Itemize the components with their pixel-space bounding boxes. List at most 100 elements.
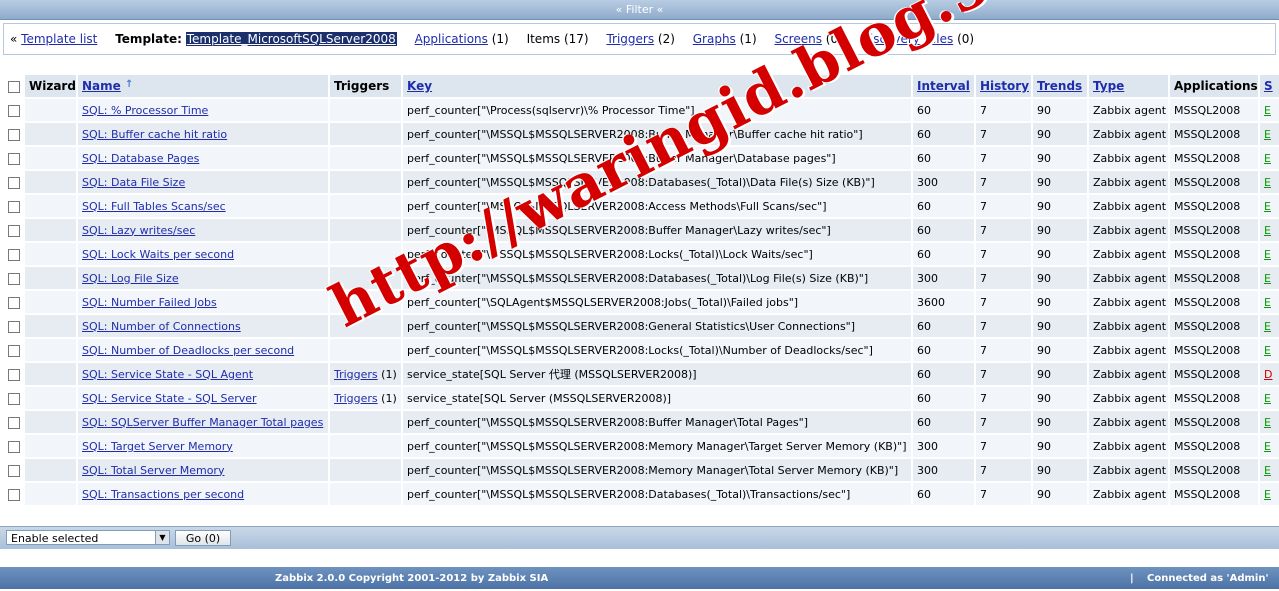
- type-sort-link[interactable]: Type: [1093, 79, 1124, 93]
- row-checkbox[interactable]: [8, 272, 20, 285]
- item-status-link[interactable]: E: [1264, 320, 1271, 333]
- item-name-link[interactable]: SQL: Lazy writes/sec: [82, 224, 195, 237]
- item-status-link[interactable]: E: [1264, 272, 1271, 285]
- item-name-link[interactable]: SQL: Total Server Memory: [82, 464, 224, 477]
- item-name-link[interactable]: SQL: Service State - SQL Server: [82, 392, 257, 405]
- item-name-link[interactable]: SQL: Transactions per second: [82, 488, 244, 501]
- item-type: Zabbix agent: [1089, 243, 1168, 267]
- select-all-checkbox[interactable]: [8, 80, 20, 93]
- row-checkbox[interactable]: [8, 248, 20, 261]
- name-sort-link[interactable]: Name: [82, 79, 121, 93]
- item-status-link[interactable]: E: [1264, 152, 1271, 165]
- item-history: 7: [976, 459, 1031, 483]
- item-status-link[interactable]: E: [1264, 104, 1271, 117]
- wizard-cell: [25, 435, 76, 459]
- row-checkbox[interactable]: [8, 464, 20, 477]
- item-status-link[interactable]: E: [1264, 248, 1271, 261]
- row-checkbox[interactable]: [8, 152, 20, 165]
- table-row: SQL: % Processor Time perf_counter["\Pro…: [5, 99, 1279, 123]
- row-checkbox[interactable]: [8, 224, 20, 237]
- table-row: SQL: Lazy writes/sec perf_counter["\MSSQ…: [5, 219, 1279, 243]
- item-interval: 60: [913, 147, 974, 171]
- item-status-link[interactable]: E: [1264, 176, 1271, 189]
- table-row: SQL: Log File Size perf_counter["\MSSQL$…: [5, 267, 1279, 291]
- item-status-link[interactable]: E: [1264, 344, 1271, 357]
- interval-sort-link[interactable]: Interval: [917, 79, 970, 93]
- template-name-link[interactable]: Template_MicrosoftSQLServer2008: [185, 32, 397, 46]
- row-checkbox[interactable]: [8, 344, 20, 357]
- item-triggers-count: (1): [381, 367, 397, 381]
- wizard-cell: [25, 483, 76, 507]
- template-list-link[interactable]: Template list: [21, 32, 97, 46]
- item-status-link[interactable]: E: [1264, 464, 1271, 477]
- item-name-link[interactable]: SQL: SQLServer Buffer Manager Total page…: [82, 416, 323, 429]
- item-trends: 90: [1033, 267, 1087, 291]
- item-status-link[interactable]: D: [1264, 368, 1272, 381]
- row-checkbox[interactable]: [8, 488, 20, 501]
- item-status-link[interactable]: E: [1264, 488, 1271, 501]
- row-checkbox[interactable]: [8, 320, 20, 333]
- row-checkbox[interactable]: [8, 296, 20, 309]
- item-name-link[interactable]: SQL: Number of Connections: [82, 320, 241, 333]
- item-type: Zabbix agent: [1089, 339, 1168, 363]
- item-name-link[interactable]: SQL: Log File Size: [82, 272, 179, 285]
- item-name-link[interactable]: SQL: Database Pages: [82, 152, 199, 165]
- go-button[interactable]: Go (0): [175, 530, 231, 546]
- table-row: SQL: Number Failed Jobs perf_counter["\S…: [5, 291, 1279, 315]
- action-select[interactable]: Enable selected ▼: [6, 530, 170, 545]
- discovery-rules-link[interactable]: Discovery rules: [861, 32, 954, 46]
- row-checkbox[interactable]: [8, 128, 20, 141]
- row-checkbox[interactable]: [8, 440, 20, 453]
- item-name-link[interactable]: SQL: Service State - SQL Agent: [82, 368, 253, 381]
- table-row: SQL: Target Server Memory perf_counter["…: [5, 435, 1279, 459]
- item-status-link[interactable]: E: [1264, 224, 1271, 237]
- item-name-link[interactable]: SQL: Buffer cache hit ratio: [82, 128, 227, 141]
- item-status-link[interactable]: E: [1264, 296, 1271, 309]
- item-status-link[interactable]: E: [1264, 392, 1271, 405]
- item-interval: 300: [913, 435, 974, 459]
- double-chevron-down-icon: «: [656, 3, 664, 16]
- item-name-link[interactable]: SQL: Data File Size: [82, 176, 185, 189]
- item-name-link[interactable]: SQL: Number Failed Jobs: [82, 296, 217, 309]
- row-checkbox[interactable]: [8, 392, 20, 405]
- item-key: perf_counter["\SQLAgent$MSSQLSERVER2008:…: [403, 291, 911, 315]
- graphs-link[interactable]: Graphs: [693, 32, 736, 46]
- row-checkbox[interactable]: [8, 416, 20, 429]
- item-triggers-link[interactable]: Triggers: [334, 368, 378, 381]
- row-checkbox[interactable]: [8, 176, 20, 189]
- item-application: MSSQL2008: [1170, 291, 1258, 315]
- wizard-cell: [25, 291, 76, 315]
- footer: Zabbix 2.0.0 Copyright 2001-2012 by Zabb…: [0, 567, 1279, 589]
- chevron-down-icon[interactable]: ▼: [155, 531, 169, 544]
- item-key: service_state[SQL Server 代理 (MSSQLSERVER…: [403, 363, 911, 387]
- item-name-link[interactable]: SQL: Number of Deadlocks per second: [82, 344, 294, 357]
- item-name-link[interactable]: SQL: Full Tables Scans/sec: [82, 200, 226, 213]
- item-status-link[interactable]: E: [1264, 128, 1271, 141]
- trends-sort-link[interactable]: Trends: [1037, 79, 1082, 93]
- wizard-cell: [25, 339, 76, 363]
- item-trends: 90: [1033, 387, 1087, 411]
- item-name-link[interactable]: SQL: Target Server Memory: [82, 440, 233, 453]
- item-application: MSSQL2008: [1170, 387, 1258, 411]
- row-checkbox[interactable]: [8, 104, 20, 117]
- item-triggers-link[interactable]: Triggers: [334, 392, 378, 405]
- item-key: perf_counter["\MSSQL$MSSQLSERVER2008:Gen…: [403, 315, 911, 339]
- key-sort-link[interactable]: Key: [407, 79, 432, 93]
- status-sort-link[interactable]: S: [1264, 79, 1273, 93]
- name-header[interactable]: Name ↑: [78, 75, 328, 99]
- item-interval: 60: [913, 219, 974, 243]
- item-name-link[interactable]: SQL: Lock Waits per second: [82, 248, 234, 261]
- item-status-link[interactable]: E: [1264, 200, 1271, 213]
- item-status-link[interactable]: E: [1264, 416, 1271, 429]
- filter-toggle-bar[interactable]: « Filter «: [0, 0, 1279, 20]
- item-status-link[interactable]: E: [1264, 440, 1271, 453]
- triggers-link[interactable]: Triggers: [606, 32, 654, 46]
- item-application: MSSQL2008: [1170, 315, 1258, 339]
- item-interval: 300: [913, 459, 974, 483]
- screens-link[interactable]: Screens: [774, 32, 822, 46]
- applications-link[interactable]: Applications: [415, 32, 488, 46]
- history-sort-link[interactable]: History: [980, 79, 1029, 93]
- row-checkbox[interactable]: [8, 368, 20, 381]
- item-name-link[interactable]: SQL: % Processor Time: [82, 104, 208, 117]
- row-checkbox[interactable]: [8, 200, 20, 213]
